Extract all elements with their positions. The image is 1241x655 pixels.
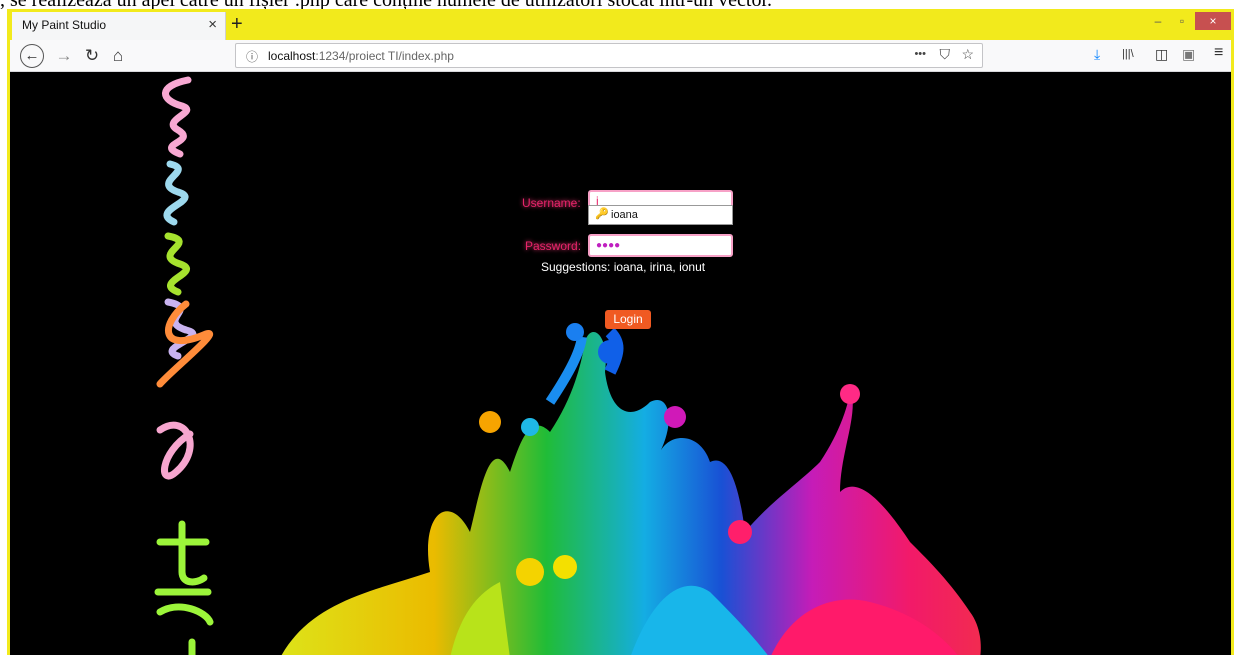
sidebar-icon[interactable]: ◫ (1155, 46, 1168, 63)
extension-icon[interactable]: ▣ (1182, 46, 1195, 63)
info-icon[interactable]: ⓘ (246, 48, 258, 65)
url-host: localhost (268, 49, 316, 63)
login-button[interactable]: Login (605, 310, 651, 329)
forward-arrow-icon[interactable]: → (52, 44, 76, 68)
reload-icon[interactable]: ↻ (80, 44, 104, 68)
page-actions-icon[interactable]: ••• (914, 48, 926, 60)
download-icon[interactable]: ⤓ (1094, 46, 1100, 63)
title-bar: My Paint Studio × + – ▫ × (10, 12, 1231, 40)
back-arrow-icon[interactable]: ← (20, 44, 44, 68)
suggestions-text: Suggestions: ioana, irina, ionut (541, 260, 706, 274)
password-label: Password: (525, 239, 582, 253)
minimize-icon[interactable]: – (1149, 12, 1167, 30)
window-close-icon[interactable]: × (1195, 12, 1231, 30)
autocomplete-dropdown[interactable]: 🔑 ioana (588, 205, 733, 225)
browser-tab[interactable]: My Paint Studio × (12, 12, 226, 40)
maximize-icon[interactable]: ▫ (1173, 12, 1191, 30)
paint-splash-art (281, 323, 981, 655)
menu-icon[interactable]: ≡ (1214, 44, 1223, 62)
autocomplete-item[interactable]: ioana (611, 209, 638, 221)
document-text-line: , se realizează un apel către un fișier … (0, 0, 1241, 9)
bookmark-star-icon[interactable]: ☆ (961, 46, 974, 63)
password-input[interactable]: ●●●● (588, 234, 733, 257)
home-icon[interactable]: ⌂ (106, 44, 130, 68)
library-icon[interactable]: |||\ (1122, 48, 1134, 60)
paint-background-art (154, 76, 981, 655)
pocket-icon[interactable]: ⛉ (940, 46, 951, 63)
new-tab-icon[interactable]: + (231, 13, 243, 36)
key-icon: 🔑 (595, 208, 609, 220)
navigation-bar: ← → ↻ ⌂ ⓘ localhost:1234/proiect TI/inde… (10, 40, 1231, 72)
tab-title: My Paint Studio (22, 18, 107, 32)
tab-close-icon[interactable]: × (208, 16, 217, 33)
browser-window: My Paint Studio × + – ▫ × ← → ↻ ⌂ ⓘ loca… (7, 9, 1234, 655)
url-path: :1234/proiect TI/index.php (315, 49, 454, 63)
side-squiggle-art (154, 76, 214, 655)
username-label: Username: (522, 196, 581, 210)
page-content: Username: i 🔑 ioana Password: ●●●● Sugge… (10, 72, 1231, 655)
url-text: localhost:1234/proiect TI/index.php (268, 49, 454, 63)
address-bar[interactable]: ⓘ localhost:1234/proiect TI/index.php ••… (235, 43, 983, 68)
